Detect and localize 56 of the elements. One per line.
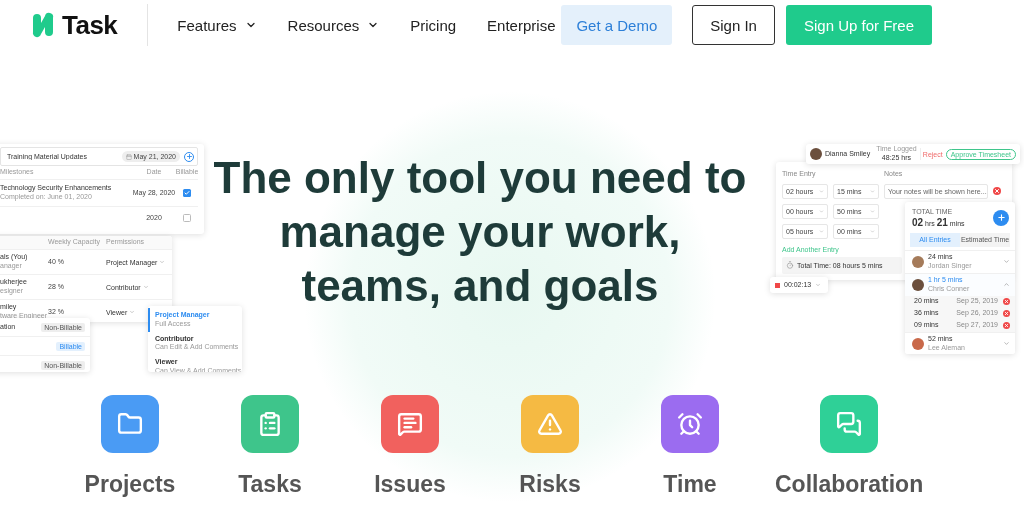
logo-icon [30, 12, 56, 38]
clipboard-icon [257, 411, 283, 437]
feature-tile[interactable] [521, 395, 579, 453]
avatar [912, 337, 924, 350]
feature-label: Issues [374, 473, 446, 496]
add-button[interactable] [993, 209, 1009, 226]
warning-icon [537, 411, 563, 437]
note-icon [397, 411, 423, 437]
remove-icon[interactable] [1003, 310, 1010, 318]
calendar-icon [125, 153, 132, 160]
billable-checkbox[interactable] [183, 189, 191, 197]
plus-icon [996, 213, 1006, 223]
caret-icon [129, 309, 136, 315]
caret-icon [819, 228, 824, 234]
feature-tile[interactable] [820, 395, 879, 453]
feature-label: Time [663, 473, 717, 496]
signin-button[interactable]: Sign In [692, 5, 775, 45]
avatar [810, 148, 822, 160]
caret-icon [870, 188, 875, 194]
chevron-down-icon [1003, 258, 1010, 266]
feature-label: Projects [84, 473, 176, 496]
caret-icon [819, 188, 824, 194]
remove-icon[interactable] [1003, 322, 1010, 330]
nav-link[interactable]: Enterprise [487, 16, 556, 34]
avatar [912, 278, 924, 291]
feature-label: Risks [519, 473, 581, 496]
avatar [912, 255, 924, 268]
chat-icon [836, 411, 863, 437]
feature-label: Tasks [238, 473, 302, 496]
logo[interactable]: Task [30, 9, 118, 41]
caret-icon [142, 284, 149, 290]
logo-text: Task [62, 9, 118, 41]
nav-link[interactable]: Pricing [410, 16, 457, 34]
feature-tile[interactable] [381, 395, 439, 453]
feature-tile[interactable] [661, 395, 719, 453]
billable-checkbox[interactable] [183, 214, 191, 222]
nav-link[interactable]: Resources [287, 16, 380, 34]
caret-icon [870, 208, 875, 214]
demo-button[interactable]: Get a Demo [561, 5, 673, 45]
alarm-clock-icon [677, 411, 703, 437]
remove-icon[interactable] [993, 187, 1001, 196]
feature-tile[interactable] [241, 395, 299, 453]
nav-link[interactable]: Features [177, 16, 257, 34]
chevron-down-icon [1003, 340, 1010, 348]
caret-icon [870, 228, 875, 234]
chevron-up-icon [1003, 281, 1010, 289]
add-button[interactable] [184, 151, 194, 162]
caret-icon [815, 282, 822, 288]
remove-icon[interactable] [1003, 298, 1010, 306]
caret-icon [819, 208, 824, 214]
feature-label: Collaboration [775, 473, 924, 496]
caret-icon [159, 259, 166, 265]
folder-icon [117, 411, 143, 437]
feature-tile[interactable] [101, 395, 159, 453]
stop-icon [775, 282, 780, 288]
stopwatch-icon [786, 261, 794, 270]
